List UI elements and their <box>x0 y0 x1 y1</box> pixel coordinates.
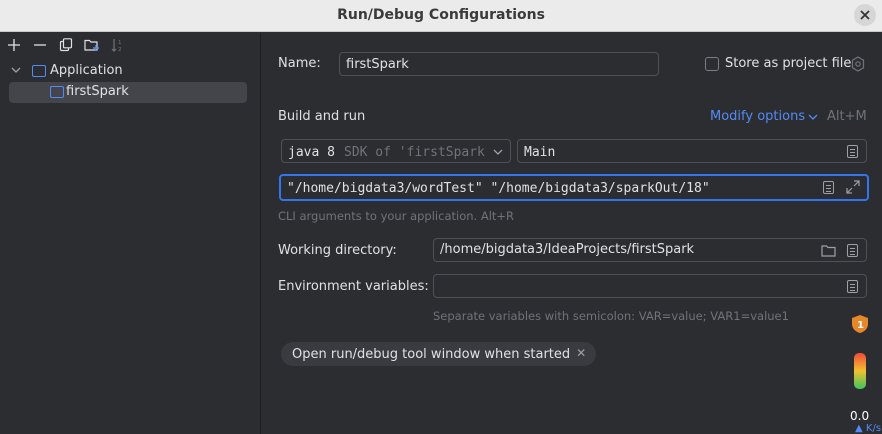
program-arguments-value: "/home/bigdata3/wordTest" "/home/bigdata… <box>287 181 710 196</box>
name-field[interactable]: firstSpark <box>339 52 659 76</box>
open-tool-window-option[interactable]: Open run/debug tool window when started … <box>281 342 597 366</box>
copy-icon <box>59 38 73 52</box>
title-bar: Run/Debug Configurations <box>0 0 882 32</box>
close-icon <box>860 10 870 20</box>
svg-text:1: 1 <box>118 40 122 46</box>
configurations-panel: 12 Application firstSpark <box>0 33 261 434</box>
application-icon <box>50 86 64 98</box>
plus-icon <box>8 39 20 51</box>
chevron-down-icon[interactable] <box>11 66 21 74</box>
rate-value: 0.0 <box>850 409 870 423</box>
gear-icon[interactable] <box>851 56 865 72</box>
working-directory-field[interactable]: /home/bigdata3/IdeaProjects/firstSpark <box>433 238 867 262</box>
sdk-detail-value: SDK of 'firstSpark <box>344 145 485 160</box>
tree-group-label: Application <box>50 63 123 78</box>
tree-item-firstspark[interactable]: firstSpark <box>9 82 247 103</box>
edit-environment-icon[interactable] <box>847 280 858 293</box>
add-configuration-button[interactable] <box>3 34 25 56</box>
modify-options-shortcut: Alt+M <box>827 109 867 124</box>
tree-group-application[interactable]: Application <box>0 61 260 82</box>
insert-macro-icon[interactable] <box>823 181 834 194</box>
sort-button[interactable]: 12 <box>107 34 129 56</box>
svg-text:2: 2 <box>118 47 122 52</box>
sdk-java-value: java 8 <box>288 145 335 160</box>
configurations-tree: Application firstSpark <box>0 61 260 103</box>
name-value: firstSpark <box>346 57 409 72</box>
upload-arrow-icon: ▲ <box>855 423 863 434</box>
sdk-select[interactable]: java 8 SDK of 'firstSpark <box>281 139 511 163</box>
copy-configuration-button[interactable] <box>55 34 77 56</box>
configurations-toolbar: 12 <box>0 33 260 57</box>
build-run-heading: Build and run <box>278 109 366 124</box>
window-title: Run/Debug Configurations <box>337 7 545 23</box>
chevron-down-icon[interactable] <box>808 113 818 121</box>
configuration-editor: Name: firstSpark Store as project file B… <box>262 33 882 434</box>
open-tool-window-label: Open run/debug tool window when started <box>292 346 571 362</box>
new-folder-button[interactable] <box>81 34 103 56</box>
expand-icon[interactable] <box>846 180 860 194</box>
tree-item-label: firstSpark <box>66 84 129 99</box>
environment-variables-label: Environment variables: <box>278 279 429 294</box>
remove-option-icon[interactable]: ✕ <box>576 346 586 360</box>
rate-unit-text: K/s <box>865 423 882 434</box>
application-icon <box>32 65 46 77</box>
working-directory-value: /home/bigdata3/IdeaProjects/firstSpark <box>440 242 695 257</box>
main-class-value: Main <box>524 145 556 160</box>
badge-count: 1 <box>857 320 864 331</box>
close-button[interactable] <box>854 4 876 26</box>
modify-options-link[interactable]: Modify options <box>710 109 805 124</box>
environment-variables-field[interactable] <box>433 274 867 298</box>
working-directory-label: Working directory: <box>278 243 397 258</box>
store-as-project-file-label: Store as project file <box>725 56 852 71</box>
new-folder-icon <box>84 39 99 51</box>
browse-icon[interactable] <box>847 145 858 158</box>
remove-configuration-button[interactable] <box>29 34 51 56</box>
gauge-icon <box>854 353 866 389</box>
chevron-down-icon[interactable] <box>493 148 503 156</box>
environment-variables-hint: Separate variables with semicolon: VAR=v… <box>433 309 789 323</box>
store-as-project-file-checkbox[interactable] <box>705 57 719 71</box>
program-arguments-field[interactable]: "/home/bigdata3/wordTest" "/home/bigdata… <box>279 174 869 201</box>
rate-unit: ▲ K/s <box>855 423 881 434</box>
shield-icon[interactable]: 1 <box>851 314 869 334</box>
minus-icon <box>34 44 46 46</box>
main-class-field[interactable]: Main <box>517 139 867 163</box>
insert-macro-icon[interactable] <box>847 244 858 257</box>
name-label: Name: <box>278 56 321 71</box>
folder-icon[interactable] <box>821 244 836 257</box>
program-arguments-hint: CLI arguments to your application. Alt+R <box>278 209 515 223</box>
sort-icon: 12 <box>111 39 122 52</box>
